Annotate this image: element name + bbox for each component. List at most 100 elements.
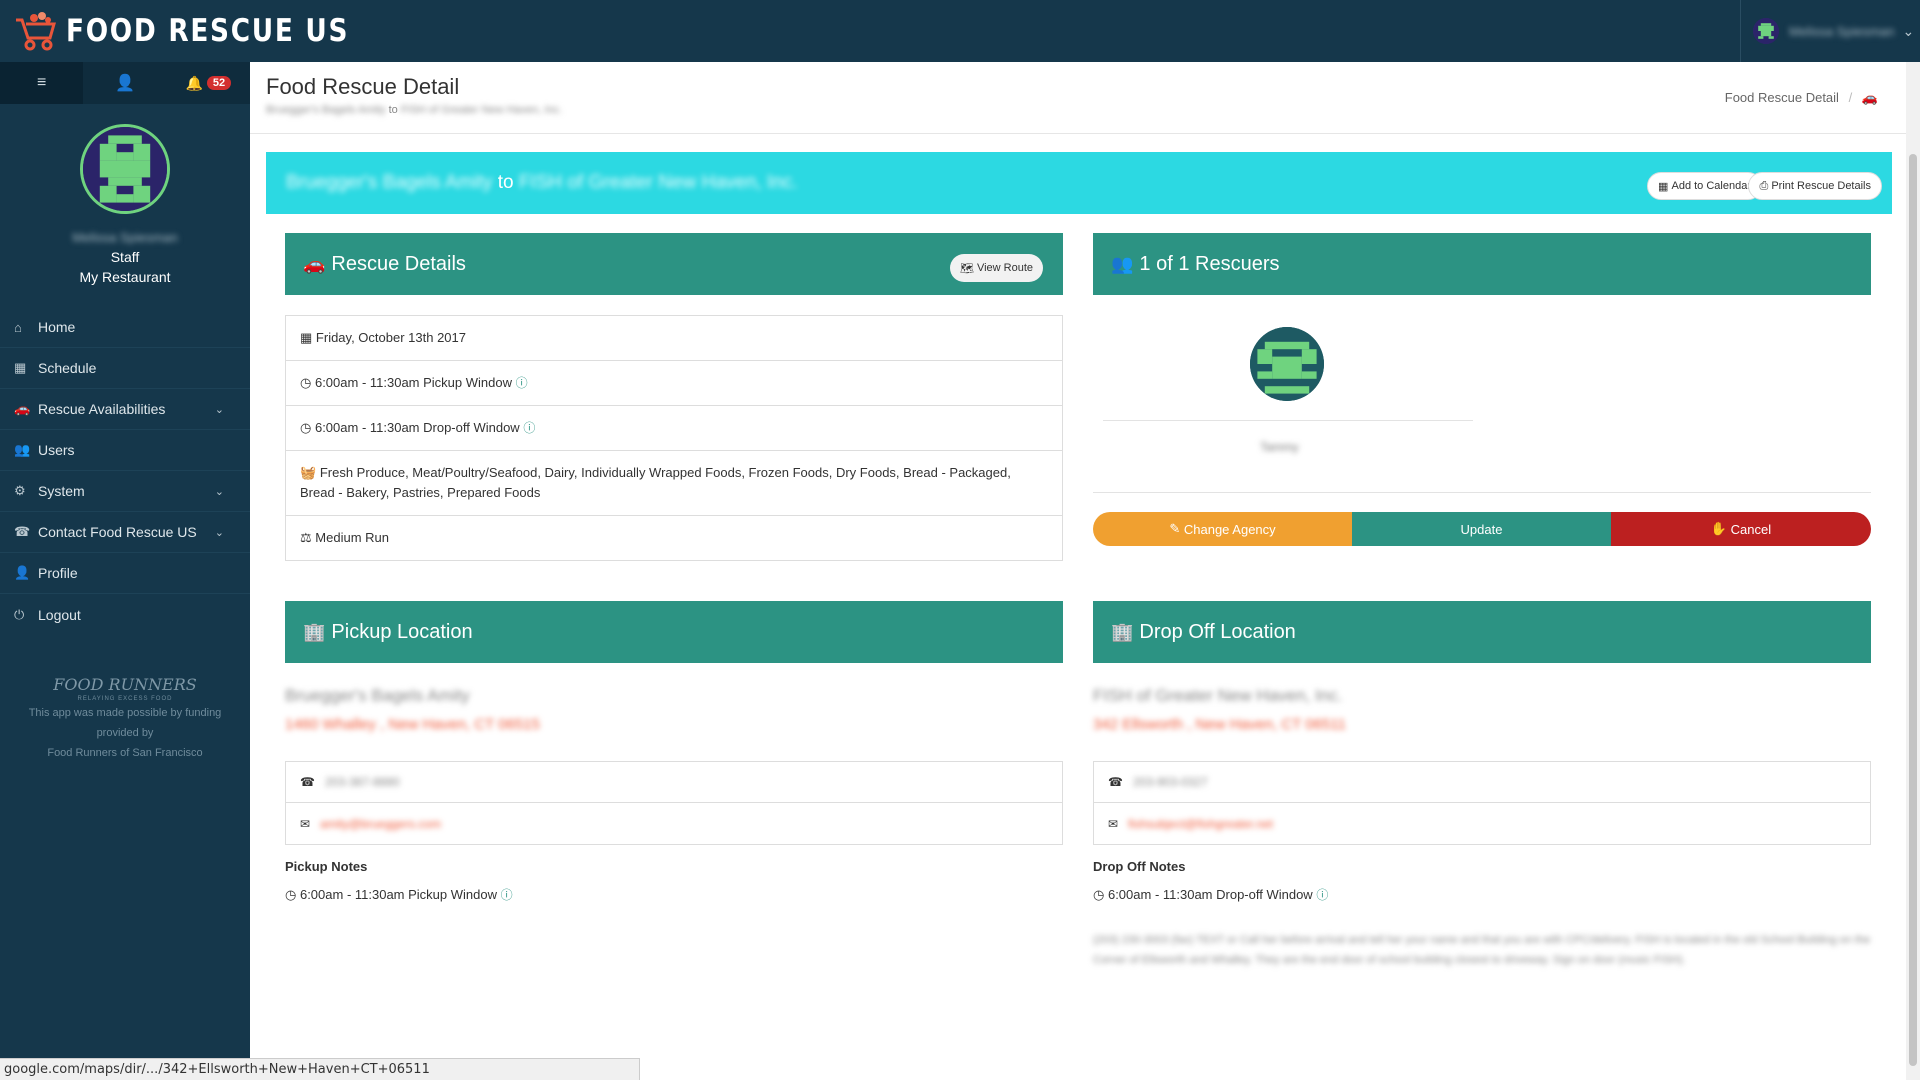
sidebar-item-contact[interactable]: ☎ Contact Food Rescue US ⌄ — [0, 512, 250, 553]
chevron-down-icon: ⌄ — [214, 526, 224, 539]
hand-icon: ✋ — [1710, 521, 1728, 536]
run-size: Medium Run — [315, 530, 389, 545]
menu-toggle-button[interactable]: ≡ — [0, 62, 84, 104]
banner-title: Bruegger's Bagels Amity to FISH of Great… — [286, 172, 798, 194]
user-icon: 👤 — [115, 75, 135, 92]
breadcrumb-separator: / — [1848, 90, 1853, 105]
sidebar: ≡ 👤 🔔 52 Melissa Spiesman Staff My Resta… — [0, 62, 250, 1080]
dropoff-notes-window: ◷ 6:00am - 11:30am Drop-off Window ⓘ — [1093, 886, 1328, 903]
sidebar-item-home[interactable]: ⌂ Home — [0, 307, 250, 348]
dropoff-email-row: ✉ fishsubject@fishgreater.net — [1094, 803, 1870, 844]
phone-icon: ☎ — [14, 524, 31, 539]
pickup-email-row: ✉ amity@brueggers.com — [286, 803, 1062, 844]
rescuers-header: 👥 1 of 1 Rescuers — [1093, 233, 1871, 295]
sponsor-line3: Food Runners of San Francisco — [47, 747, 203, 759]
users-icon: 👥 — [1111, 253, 1134, 274]
sidebar-item-schedule[interactable]: ▦ Schedule — [0, 348, 250, 389]
calendar-icon: ▦ — [14, 360, 27, 375]
scrollbar-thumb[interactable] — [1909, 154, 1917, 1066]
pickup-location-header: 🏢 Pickup Location — [285, 601, 1063, 663]
avatar[interactable] — [1250, 327, 1324, 401]
sidebar-item-users[interactable]: 👥 Users — [0, 430, 250, 471]
page-header: Food Rescue Detail Bruegger's Bagels Ami… — [250, 62, 1906, 134]
cancel-label: Cancel — [1730, 521, 1772, 537]
phone-icon: ☎ — [1108, 775, 1123, 789]
dropoff-location-header: 🏢 Drop Off Location — [1093, 601, 1871, 663]
sidebar-item-rescue-availabilities[interactable]: 🚗 Rescue Availabilities ⌄ — [0, 389, 250, 430]
car-icon: 🚗 — [303, 253, 326, 274]
info-icon[interactable]: ⓘ — [516, 376, 528, 390]
dropoff-name: FISH of Greater New Haven, Inc. — [1093, 686, 1343, 705]
sidebar-item-logout[interactable]: ⏻ Logout — [0, 594, 250, 635]
divider — [1103, 420, 1473, 421]
notification-count-badge: 52 — [206, 76, 232, 90]
user-icon: 👤 — [14, 565, 31, 580]
pickup-address[interactable]: 1460 Whalley , New Haven, CT 06515 — [285, 716, 540, 733]
sidebar-item-label: Schedule — [38, 360, 97, 376]
subtitle-to: FISH of Greater New Haven, Inc. — [400, 104, 563, 116]
user-menu[interactable]: Melissa Spiesman ⌄ — [1740, 0, 1920, 62]
panel-title: Pickup Location — [331, 620, 473, 643]
pickup-notes-window-text: 6:00am - 11:30am Pickup Window — [299, 887, 497, 902]
sponsor-line1: This app was made possible by funding — [28, 707, 222, 719]
car-icon: 🚗 — [14, 401, 31, 416]
calendar-icon: ▦ — [1658, 180, 1669, 193]
envelope-icon: ✉ — [1108, 816, 1119, 831]
cancel-button[interactable]: ✋ Cancel — [1611, 512, 1871, 546]
pickup-phone[interactable]: 203-387-8880 — [325, 775, 400, 789]
page-scrollbar[interactable] — [1906, 62, 1920, 1080]
panel-title: Drop Off Location — [1139, 620, 1296, 643]
breadcrumb-item[interactable]: Food Rescue Detail — [1725, 90, 1839, 105]
users-icon: 👥 — [14, 442, 31, 457]
add-to-calendar-label: Add to Calendar — [1671, 180, 1752, 192]
rescue-details-list: ▦ Friday, October 13th 2017 ◷ 6:00am - 1… — [285, 315, 1063, 561]
envelope-icon: ✉ — [300, 816, 311, 831]
list-item-date: ▦ Friday, October 13th 2017 — [286, 316, 1062, 361]
phone-icon: ☎ — [300, 775, 315, 789]
change-agency-button[interactable]: ✎ Change Agency — [1093, 512, 1352, 546]
pickup-phone-row: ☎ 203-387-8880 — [286, 762, 1062, 803]
clock-icon: ◷ — [300, 420, 312, 435]
avatar[interactable] — [80, 124, 170, 214]
view-route-label: View Route — [976, 262, 1033, 274]
browser-status-url: google.com/maps/dir/.../342+Ellsworth+Ne… — [0, 1058, 640, 1080]
notifications-button[interactable]: 🔔 52 — [167, 62, 250, 104]
calendar-icon: ▦ — [300, 330, 313, 345]
food-runners-logo: FOOD RUNNERS — [53, 675, 197, 694]
user-menu-name: Melissa Spiesman — [1789, 23, 1895, 39]
print-rescue-details-button[interactable]: ⎙ Print Rescue Details — [1748, 172, 1882, 200]
info-icon[interactable]: ⓘ — [501, 888, 513, 902]
pickup-email[interactable]: amity@brueggers.com — [320, 817, 441, 831]
add-to-calendar-button[interactable]: ▦ Add to Calendar — [1647, 172, 1762, 200]
pickup-notes-window: ◷ 6:00am - 11:30am Pickup Window ⓘ — [285, 886, 513, 903]
dropoff-window: 6:00am - 11:30am Drop-off Window — [314, 420, 520, 435]
brand-name: FOOD RESCUE US — [66, 13, 350, 49]
sidebar-nav: ⌂ Home ▦ Schedule 🚗 Rescue Availabilities ⌄ … — [0, 307, 250, 635]
info-icon[interactable]: ⓘ — [1316, 888, 1328, 902]
sidebar-item-system[interactable]: ⚙ System ⌄ — [0, 471, 250, 512]
panel-title: Rescue Details — [331, 252, 466, 275]
view-route-button[interactable]: 🗺 View Route — [949, 254, 1043, 282]
print-label: Print Rescue Details — [1771, 180, 1871, 192]
sidebar-item-label: Contact Food Rescue US — [38, 524, 197, 540]
user-tab-button[interactable]: 👤 — [83, 62, 166, 104]
dropoff-address[interactable]: 342 Ellsworth , New Haven, CT 06511 — [1093, 716, 1346, 733]
pickup-notes-label: Pickup Notes — [285, 859, 368, 874]
list-item-run-size: ⚖ Medium Run — [286, 516, 1062, 560]
dropoff-phone[interactable]: 203-903-0327 — [1133, 775, 1208, 789]
page-subtitle: Bruegger's Bagels Amity to FISH of Great… — [266, 104, 1890, 116]
sponsor-line2: provided by — [96, 727, 154, 739]
top-navbar: FOOD RESCUE US Melissa Spiesman ⌄ — [0, 0, 1920, 62]
brand-logo[interactable]: FOOD RESCUE US — [12, 10, 399, 52]
pickup-window: 6:00am - 11:30am Pickup Window — [314, 375, 512, 390]
dropoff-contact-box: ☎ 203-903-0327 ✉ fishsubject@fishgreater… — [1093, 761, 1871, 845]
dropoff-email[interactable]: fishsubject@fishgreater.net — [1128, 817, 1273, 831]
update-button[interactable]: Update — [1352, 512, 1611, 546]
sidebar-item-profile[interactable]: 👤 Profile — [0, 553, 250, 594]
sponsor-tagline: RELAYING EXCESS FOOD — [77, 696, 173, 702]
dropoff-phone-row: ☎ 203-903-0327 — [1094, 762, 1870, 803]
info-icon[interactable]: ⓘ — [523, 421, 535, 435]
sidebar-item-label: Users — [38, 442, 75, 458]
dropoff-notes-label: Drop Off Notes — [1093, 859, 1186, 874]
panel-title: 1 of 1 Rescuers — [1139, 252, 1280, 275]
